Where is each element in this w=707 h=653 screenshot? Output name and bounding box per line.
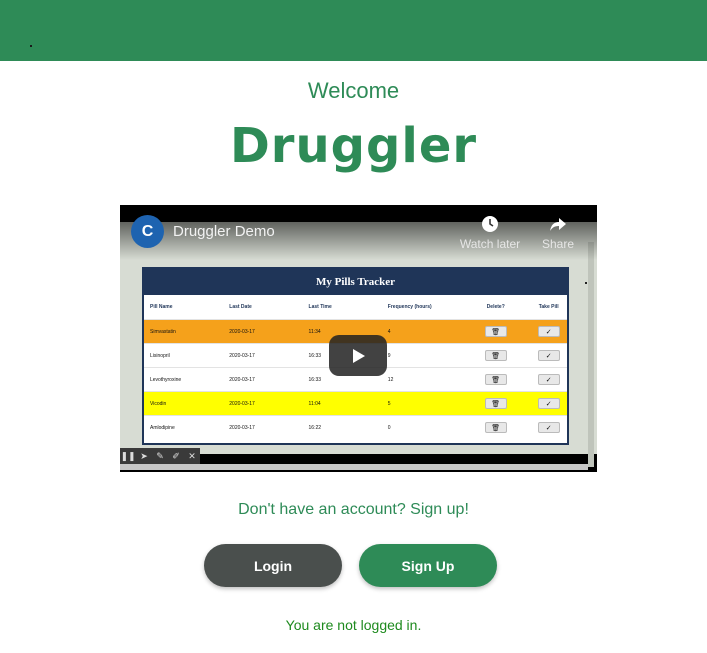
last-time-cell: 16:22 [308, 424, 322, 431]
col-last-date: Last Date [229, 304, 252, 310]
pill-name-cell: Amlodipine [150, 424, 175, 431]
frequency-cell: 9 [387, 352, 391, 359]
last-date-cell: 2020-03-17 [229, 376, 255, 383]
welcome-heading: Welcome [307, 78, 400, 103]
pill-name-cell: Simvastatin [150, 328, 176, 335]
last-time-cell: 16:33 [308, 376, 322, 383]
col-take-pill: Take Pill [538, 304, 559, 310]
tracker-header-row: Pill Name Last Date Last Time Frequency … [144, 295, 567, 319]
channel-avatar[interactable]: C [131, 215, 164, 248]
trash-icon[interactable]: 🗑 [484, 350, 507, 361]
last-date-cell: 2020-03-17 [229, 328, 255, 335]
top-app-bar [0, 0, 707, 61]
demo-video-player[interactable]: My Pills Tracker Pill Name Last Date Las… [120, 205, 597, 472]
video-overlay-header: C Druggler Demo Watch later Share [120, 205, 597, 260]
eraser-icon[interactable]: ✐ [168, 448, 184, 464]
tracker-row: Vicodin 2020-03-17 11:04 5 🗑 ✓ [144, 391, 567, 415]
pill-name-cell: Vicodin [150, 400, 167, 407]
delete-cell: 🗑 [461, 398, 530, 409]
trash-icon[interactable]: 🗑 [484, 422, 507, 433]
pen-icon[interactable]: ✎ [152, 448, 168, 464]
col-frequency: Frequency (hours) [387, 304, 432, 310]
watch-later-button[interactable]: Watch later [457, 215, 523, 251]
tracker-title: My Pills Tracker [144, 269, 567, 295]
trash-icon[interactable]: 🗑 [484, 326, 507, 337]
take-pill-cell: ✓ [530, 374, 567, 385]
take-pill-cell: ✓ [530, 398, 567, 409]
app-bar-dot [30, 45, 32, 47]
delete-cell: 🗑 [461, 374, 530, 385]
vertical-scrollbar[interactable] [588, 242, 594, 467]
video-title[interactable]: Druggler Demo [173, 223, 275, 240]
take-pill-cell: ✓ [530, 326, 567, 337]
check-icon[interactable]: ✓ [537, 374, 560, 385]
app-name-title: Druggler [229, 118, 478, 174]
annotation-toolbar: ❚❚ ➤ ✎ ✐ ✕ [120, 448, 200, 464]
share-label: Share [541, 237, 575, 251]
trash-icon[interactable]: 🗑 [484, 398, 507, 409]
last-time-cell: 11:34 [308, 328, 321, 335]
take-pill-cell: ✓ [530, 422, 567, 433]
share-button[interactable]: Share [538, 215, 578, 251]
play-icon [353, 348, 365, 363]
signup-prompt[interactable]: Don't have an account? Sign up! [0, 501, 707, 519]
side-dot [585, 282, 587, 284]
frequency-cell: 4 [387, 328, 391, 335]
login-status-text: You are not logged in. [285, 617, 422, 633]
pointer-icon[interactable]: ➤ [136, 448, 152, 464]
take-pill-cell: ✓ [530, 350, 567, 361]
frequency-cell: 12 [387, 376, 394, 383]
trash-icon[interactable]: 🗑 [484, 374, 507, 385]
signup-button[interactable]: Sign Up [359, 544, 497, 587]
delete-cell: 🗑 [461, 350, 530, 361]
close-icon[interactable]: ✕ [184, 448, 200, 464]
horizontal-scrollbar[interactable] [120, 464, 588, 470]
col-pill-name: Pill Name [150, 304, 173, 310]
play-button[interactable] [329, 335, 387, 376]
delete-cell: 🗑 [461, 422, 530, 433]
col-last-time: Last Time [308, 304, 332, 310]
col-delete: Delete? [486, 304, 505, 310]
delete-cell: 🗑 [461, 326, 530, 337]
last-date-cell: 2020-03-17 [229, 352, 255, 359]
check-icon[interactable]: ✓ [537, 326, 560, 337]
check-icon[interactable]: ✓ [537, 350, 560, 361]
pill-name-cell: Lisinopril [150, 352, 170, 359]
share-icon [550, 218, 566, 231]
clock-icon [482, 216, 498, 232]
watch-later-label: Watch later [459, 237, 521, 251]
last-time-cell: 11:04 [308, 400, 321, 407]
frequency-cell: 0 [387, 424, 391, 431]
tracker-row: Amlodipine 2020-03-17 16:22 0 🗑 ✓ [144, 415, 567, 439]
login-button[interactable]: Login [204, 544, 342, 587]
pill-name-cell: Levothyroxine [150, 376, 182, 383]
frequency-cell: 5 [387, 400, 391, 407]
pause-icon[interactable]: ❚❚ [120, 448, 136, 464]
last-date-cell: 2020-03-17 [229, 400, 255, 407]
last-date-cell: 2020-03-17 [229, 424, 255, 431]
check-icon[interactable]: ✓ [537, 398, 560, 409]
check-icon[interactable]: ✓ [537, 422, 560, 433]
